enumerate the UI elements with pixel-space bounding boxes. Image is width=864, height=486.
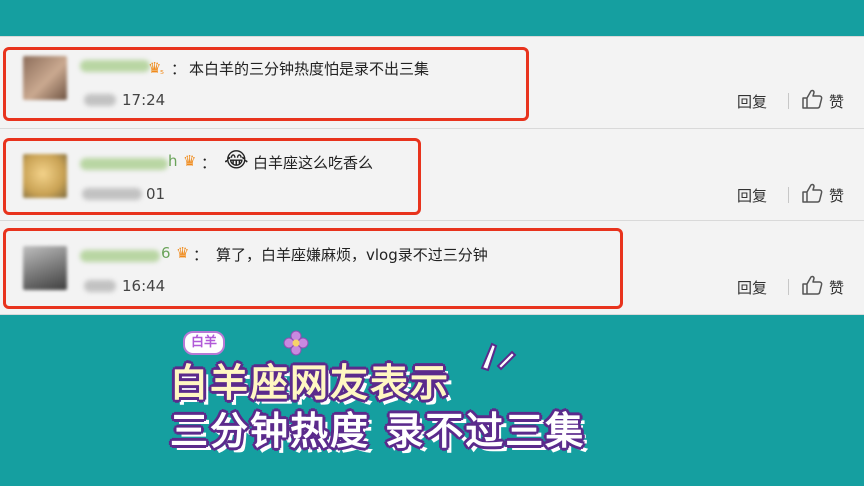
reply-button[interactable]: 回复 (737, 91, 767, 112)
caption-line-2: 三分钟热度 录不过三集 (170, 409, 586, 453)
highlight-box (3, 47, 529, 121)
reply-button[interactable]: 回复 (737, 277, 767, 298)
flower-icon (283, 330, 309, 356)
like-button[interactable]: 赞 (829, 277, 844, 298)
highlight-box (3, 228, 623, 309)
thumbs-up-icon[interactable] (801, 275, 823, 295)
like-button[interactable]: 赞 (829, 185, 844, 206)
caption-tag: 白羊 (183, 331, 226, 355)
burst-icon (480, 342, 517, 372)
action-divider (788, 187, 789, 203)
divider (0, 220, 864, 221)
like-button[interactable]: 赞 (829, 91, 844, 112)
thumbs-up-icon[interactable] (801, 89, 823, 109)
reply-button[interactable]: 回复 (737, 185, 767, 206)
action-divider (788, 93, 789, 109)
divider (0, 314, 864, 315)
divider (0, 128, 864, 129)
action-divider (788, 279, 789, 295)
highlight-box (3, 138, 421, 215)
divider (0, 36, 864, 37)
caption-line-1: 白羊座网友表示 (170, 361, 451, 405)
thumbs-up-icon[interactable] (801, 183, 823, 203)
